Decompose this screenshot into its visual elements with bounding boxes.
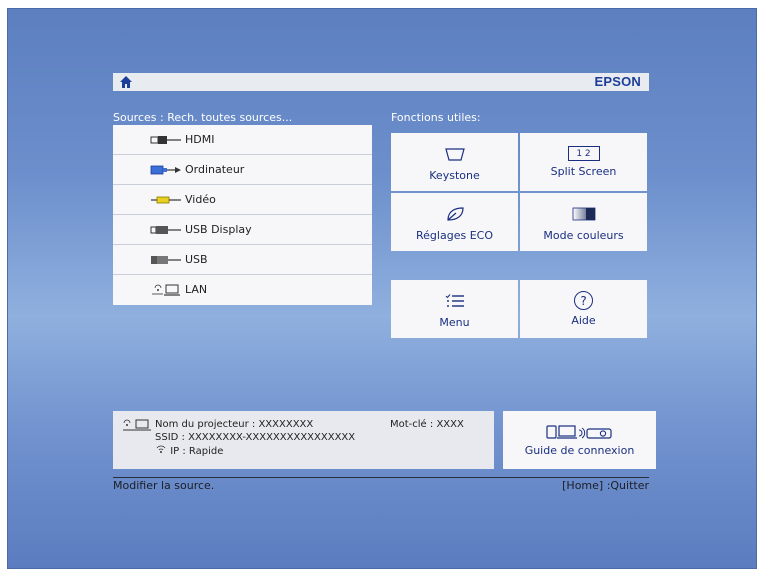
source-label: USB — [185, 253, 208, 266]
sources-title: Sources : Rech. toutes sources... — [113, 111, 293, 124]
brand-logo: EPSON — [594, 74, 641, 89]
source-item-usb[interactable]: USB — [113, 245, 372, 275]
keystone-tile[interactable]: Keystone — [391, 133, 518, 191]
source-label: LAN — [185, 283, 208, 296]
projector-name-value: XXXXXXXX — [258, 419, 314, 430]
tile-label: Guide de connexion — [524, 443, 635, 457]
status-divider — [113, 477, 649, 478]
projector-name-label: Nom du projecteur : — [155, 419, 256, 430]
split-screen-icon-text: 1 2 — [576, 148, 591, 159]
functions-title: Fonctions utiles: — [391, 111, 481, 124]
tile-label: Mode couleurs — [543, 228, 624, 242]
menu-tile[interactable]: Menu — [391, 280, 518, 338]
color-mode-icon — [572, 207, 595, 220]
projector-name-row: Nom du projecteur : XXXXXXXX — [155, 419, 313, 430]
keyword-row: Mot-clé : XXXX — [390, 419, 464, 430]
connection-guide-tile[interactable]: Guide de connexion — [503, 411, 656, 469]
computer-port-icon — [150, 165, 181, 175]
ssid-label: SSID : — [155, 432, 185, 443]
source-label: Vidéo — [185, 193, 216, 206]
tile-label: Keystone — [429, 168, 480, 182]
network-info-panel: Nom du projecteur : XXXXXXXX Mot-clé : X… — [113, 411, 494, 469]
tile-label: Split Screen — [550, 165, 617, 178]
connection-guide-icon — [545, 424, 612, 439]
ip-label: IP : — [170, 446, 186, 457]
source-item-hdmi[interactable]: HDMI — [113, 125, 372, 155]
source-label: USB Display — [185, 223, 252, 236]
source-item-video[interactable]: Vidéo — [113, 185, 372, 215]
source-label: Ordinateur — [185, 163, 245, 176]
projector-home-screen: EPSON Sources : Rech. toutes sources... … — [7, 8, 757, 569]
ssid-row: SSID : XXXXXXXX-XXXXXXXXXXXXXXXX — [155, 432, 355, 443]
tile-label: Réglages ECO — [416, 228, 493, 242]
top-bar: EPSON — [113, 73, 649, 91]
ssid-value: XXXXXXXX-XXXXXXXXXXXXXXXX — [188, 432, 356, 443]
sources-list: HDMI Ordinateur Vidéo USB Display USB LA… — [113, 125, 372, 305]
help-icon: ? — [574, 291, 593, 310]
source-label: HDMI — [185, 133, 215, 146]
hdmi-icon — [150, 136, 181, 144]
menu-icon — [445, 293, 464, 307]
eco-leaf-icon — [446, 206, 464, 221]
usb-icon — [151, 256, 181, 264]
wireless-icon — [156, 445, 166, 453]
tile-label: Aide — [571, 314, 596, 327]
status-hint: Modifier la source. — [113, 479, 215, 492]
keystone-icon — [444, 147, 465, 161]
keyword-label: Mot-clé : — [390, 419, 434, 430]
ip-value: Rapide — [188, 446, 224, 457]
help-icon-text: ? — [580, 293, 587, 308]
color-mode-tile[interactable]: Mode couleurs — [520, 193, 647, 251]
usb-display-icon — [150, 226, 181, 234]
source-item-usb-display[interactable]: USB Display — [113, 215, 372, 245]
lan-icon — [152, 284, 180, 296]
video-port-icon — [151, 196, 181, 204]
eco-settings-tile[interactable]: Réglages ECO — [391, 193, 518, 251]
source-item-ordinateur[interactable]: Ordinateur — [113, 155, 372, 185]
tile-label: Menu — [439, 315, 470, 329]
help-tile[interactable]: ? Aide — [520, 280, 647, 338]
split-screen-icon: 1 2 — [567, 146, 600, 161]
home-icon[interactable] — [119, 75, 133, 89]
lan-icon — [123, 419, 151, 431]
source-item-lan[interactable]: LAN — [113, 275, 372, 304]
quit-hint: [Home] :Quitter — [562, 479, 649, 492]
split-screen-tile[interactable]: 1 2 Split Screen — [520, 133, 647, 191]
ip-row: IP : Rapide — [155, 445, 223, 457]
keyword-value: XXXX — [436, 419, 464, 430]
